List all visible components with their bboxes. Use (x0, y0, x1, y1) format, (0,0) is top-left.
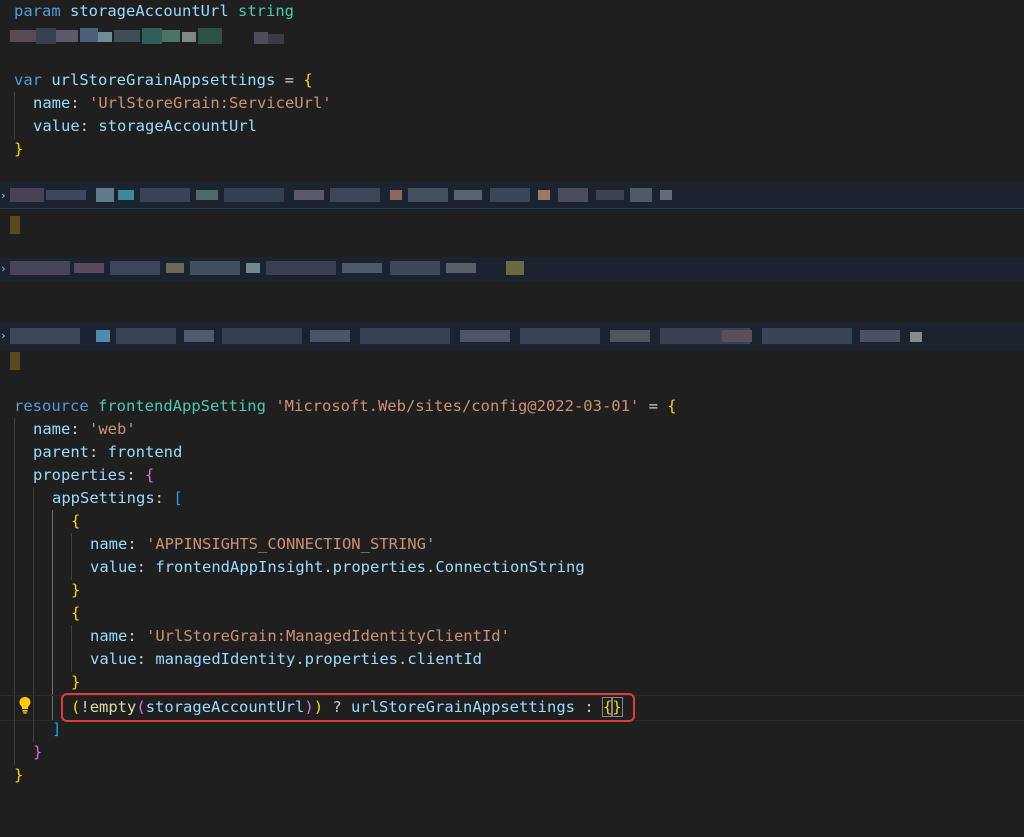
operator-equals: = (639, 397, 668, 415)
lightbulb-icon[interactable] (17, 696, 33, 714)
operator-equals: = (275, 71, 304, 89)
code-line-obj1-close: } (0, 579, 1024, 603)
colon: : (70, 420, 89, 438)
brace-close: } (71, 673, 81, 691)
fold-marker-icon (10, 216, 20, 234)
fold-chevron-icon[interactable]: › (0, 190, 8, 201)
colon: : (127, 627, 146, 645)
property-properties: properties (33, 466, 127, 484)
property-name: name (33, 94, 71, 112)
property-parent: parent (33, 443, 89, 461)
colon: : (136, 650, 156, 668)
code-line-properties: properties: { (0, 464, 1024, 488)
code-line-array-close: ] (0, 718, 1024, 742)
bracket-open: [ (173, 489, 183, 507)
ref-frontendAppInsight: frontendAppInsight (155, 558, 324, 576)
brace-open: { (145, 466, 155, 484)
dot: . (323, 558, 333, 576)
identifier-frontendAppSetting: frontendAppSetting (98, 397, 266, 415)
code-line-resource-close: } (0, 764, 1024, 788)
brace-open: { (71, 512, 81, 530)
member-ConnectionString: ConnectionString (435, 558, 585, 576)
fold-chevron-icon[interactable]: › (0, 263, 8, 274)
identifier-storageAccountUrl: storageAccountUrl (70, 2, 229, 20)
code-line-obj2-name: name: 'UrlStoreGrain:ManagedIdentityClie… (0, 625, 1024, 649)
colon: : (79, 117, 99, 135)
redacted-line-1 (10, 28, 290, 46)
code-line-obj2-close: } (0, 671, 1024, 695)
code-line-obj1-name: name: 'APPINSIGHTS_CONNECTION_STRING' (0, 533, 1024, 557)
code-line-appsettings: appSettings: [ (0, 487, 1024, 511)
dot: . (295, 650, 305, 668)
code-line-param: param storageAccountUrl string (0, 0, 1024, 24)
ref-storageAccountUrl: storageAccountUrl (98, 117, 257, 135)
colon: : (154, 489, 174, 507)
property-value: value (90, 558, 137, 576)
fold-marker-icon (10, 352, 20, 370)
brace-open: { (667, 397, 677, 415)
string-appinsights: 'APPINSIGHTS_CONNECTION_STRING' (146, 535, 436, 553)
code-line-name-web: name: 'web' (0, 418, 1024, 442)
code-line-obj1-open: { (0, 510, 1024, 534)
folded-region-1[interactable] (0, 182, 1024, 209)
string-resource-type: 'Microsoft.Web/sites/config@2022-03-01' (275, 397, 640, 415)
code-line-obj2-open: { (0, 602, 1024, 626)
brace-close: } (71, 581, 81, 599)
brace-close: } (14, 140, 24, 158)
property-name: name (33, 420, 71, 438)
property-name: name (90, 627, 128, 645)
brace-close: } (14, 766, 24, 784)
bracket-close: ] (52, 720, 62, 738)
brace-close: } (33, 743, 43, 761)
code-line-var-name: name: 'UrlStoreGrain:ServiceUrl' (0, 92, 1024, 116)
keyword-resource: resource (14, 397, 89, 415)
code-line-var-value: value: storageAccountUrl (0, 115, 1024, 139)
property-appSettings: appSettings (52, 489, 155, 507)
colon: : (136, 558, 156, 576)
code-editor[interactable]: param storageAccountUrl string var urlSt… (0, 0, 1024, 796)
colon: : (89, 443, 108, 461)
code-line-obj1-value: value: frontendAppInsight.properties.Con… (0, 556, 1024, 580)
ref-managedIdentity: managedIdentity (155, 650, 296, 668)
code-line-var-close: } (0, 138, 1024, 162)
member-properties: properties (304, 650, 398, 668)
colon: : (127, 535, 146, 553)
string-managedidentity: 'UrlStoreGrain:ManagedIdentityClientId' (146, 627, 510, 645)
folded-region-2[interactable] (0, 257, 1024, 281)
type-string: string (238, 2, 294, 20)
string-web: 'web' (89, 420, 136, 438)
identifier-urlStoreGrainAppsettings: urlStoreGrainAppsettings (51, 71, 276, 89)
code-line-parent: parent: frontend (0, 441, 1024, 465)
fold-chevron-icon[interactable]: › (0, 330, 8, 341)
dot: . (426, 558, 436, 576)
code-line-properties-close: } (0, 741, 1024, 765)
brace-open: { (303, 71, 313, 89)
dot: . (398, 650, 408, 668)
code-line-resource: resource frontendAppSetting 'Microsoft.W… (0, 395, 1024, 419)
property-name: name (90, 535, 128, 553)
string-serviceurl: 'UrlStoreGrain:ServiceUrl' (89, 94, 332, 112)
code-line-obj2-value: value: managedIdentity.properties.client… (0, 648, 1024, 672)
colon: : (126, 466, 145, 484)
property-value: value (33, 117, 80, 135)
property-value: value (90, 650, 137, 668)
member-clientId: clientId (407, 650, 482, 668)
keyword-var: var (14, 71, 42, 89)
ref-frontend: frontend (107, 443, 183, 461)
colon: : (70, 94, 89, 112)
brace-open: { (71, 604, 81, 622)
member-properties: properties (332, 558, 426, 576)
code-line-var: var urlStoreGrainAppsettings = { (0, 69, 1024, 93)
keyword-param: param (14, 2, 61, 20)
folded-region-3[interactable] (0, 322, 1024, 351)
